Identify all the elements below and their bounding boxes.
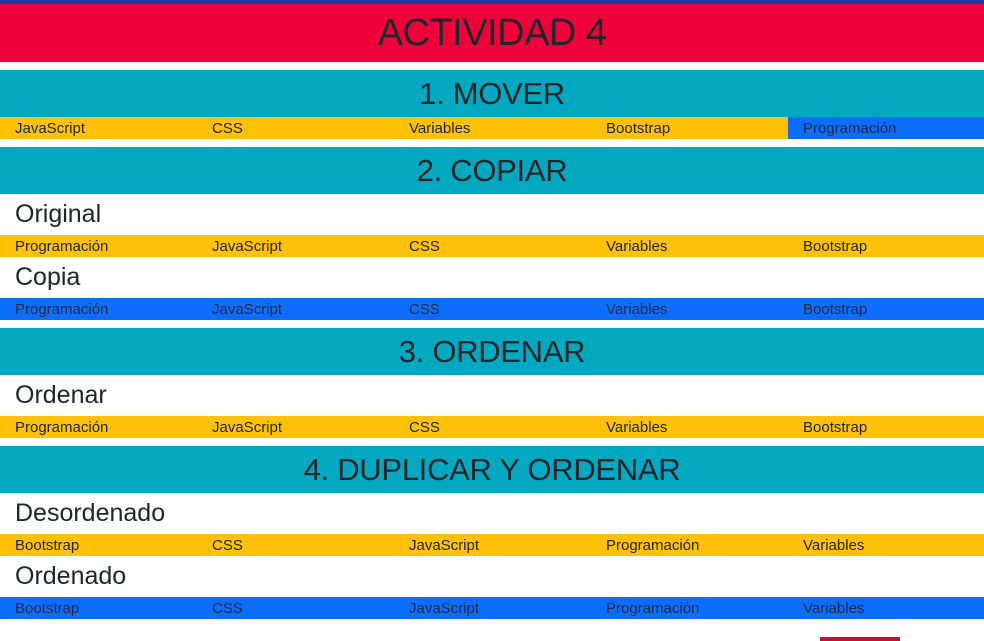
draggable-list-item[interactable]: Variables [591,235,788,257]
draggable-list-item[interactable]: Bootstrap [788,416,984,438]
list-subtitle: Ordenar [15,381,107,409]
section-gap [0,438,984,446]
section-title: 1. MOVER [0,70,984,117]
draggable-list-item[interactable]: JavaScript [197,416,394,438]
draggable-list-item[interactable]: Programación [591,534,788,556]
section-title: 3. ORDENAR [0,328,984,375]
main-title: ACTIVIDAD 4 [0,4,984,62]
draggable-list-item[interactable]: Programación [0,235,197,257]
draggable-list-item[interactable]: Variables [591,416,788,438]
draggable-list-item[interactable]: Programación [0,416,197,438]
draggable-list-item[interactable]: Bootstrap [788,235,984,257]
draggable-list-item[interactable]: CSS [197,597,394,619]
draggable-list-item[interactable]: CSS [394,235,591,257]
draggable-list-item[interactable]: CSS [197,117,394,139]
bottom-border [0,637,984,641]
draggable-list-item[interactable]: Programación [788,117,984,139]
list-subtitle: Original [15,200,102,228]
list-subtitle: Ordenado [15,562,127,590]
draggable-list-item[interactable]: Variables [394,117,591,139]
list-subtitle: Copia [15,263,81,291]
draggable-list-item[interactable]: Bootstrap [0,597,197,619]
draggable-list-item[interactable]: Variables [788,597,984,619]
draggable-list-item[interactable]: JavaScript [394,534,591,556]
draggable-list-item[interactable]: JavaScript [197,298,394,320]
draggable-list-item[interactable]: JavaScript [0,117,197,139]
section-title: 2. COPIAR [0,147,984,194]
section-gap [0,320,984,328]
list-subtitle: Desordenado [15,499,166,527]
sortable-list: JavaScript CSS Variables Bootstrap Programac… [0,117,984,139]
draggable-list-item[interactable]: Bootstrap [0,534,197,556]
draggable-list-item[interactable]: CSS [197,534,394,556]
draggable-list-item[interactable]: CSS [394,298,591,320]
draggable-list-item[interactable]: Bootstrap [788,298,984,320]
draggable-list-item[interactable]: Programación [0,298,197,320]
section-gap [0,139,984,147]
sortable-list: Programación JavaScript CSS Variables Bootst… [0,235,984,257]
sortable-list: Bootstrap CSS JavaScript Programación Variab… [0,597,984,619]
sortable-list: Programación JavaScript CSS Variables Bootst… [0,298,984,320]
section-title: 4. DUPLICAR Y ORDENAR [0,446,984,493]
page: ACTIVIDAD 4 1. MOVER JavaScript CSS Variabl… [0,0,984,641]
draggable-list-item[interactable]: JavaScript [197,235,394,257]
draggable-list-item[interactable]: JavaScript [394,597,591,619]
draggable-list-item[interactable]: Variables [591,298,788,320]
draggable-list-item[interactable]: Programación [591,597,788,619]
section-gap [0,62,984,70]
sortable-list: Bootstrap CSS JavaScript Programación Variab… [0,534,984,556]
draggable-list-item[interactable]: Variables [788,534,984,556]
draggable-list-item[interactable]: CSS [394,416,591,438]
draggable-list-item[interactable]: Bootstrap [591,117,788,139]
sortable-list: Programación JavaScript CSS Variables Bootst… [0,416,984,438]
sections-container: 1. MOVER JavaScript CSS Variables Bootstrap P… [0,62,984,619]
